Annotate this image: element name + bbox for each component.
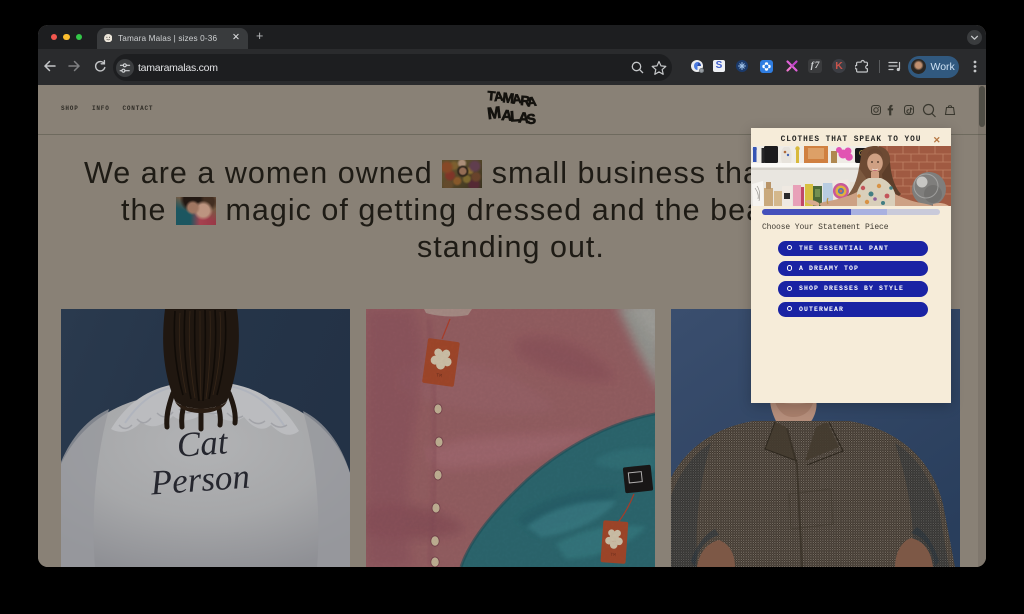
- svg-text:S: S: [526, 110, 537, 127]
- svg-text:A: A: [526, 94, 538, 110]
- svg-text:Person: Person: [148, 457, 251, 503]
- svg-text:M: M: [487, 104, 502, 124]
